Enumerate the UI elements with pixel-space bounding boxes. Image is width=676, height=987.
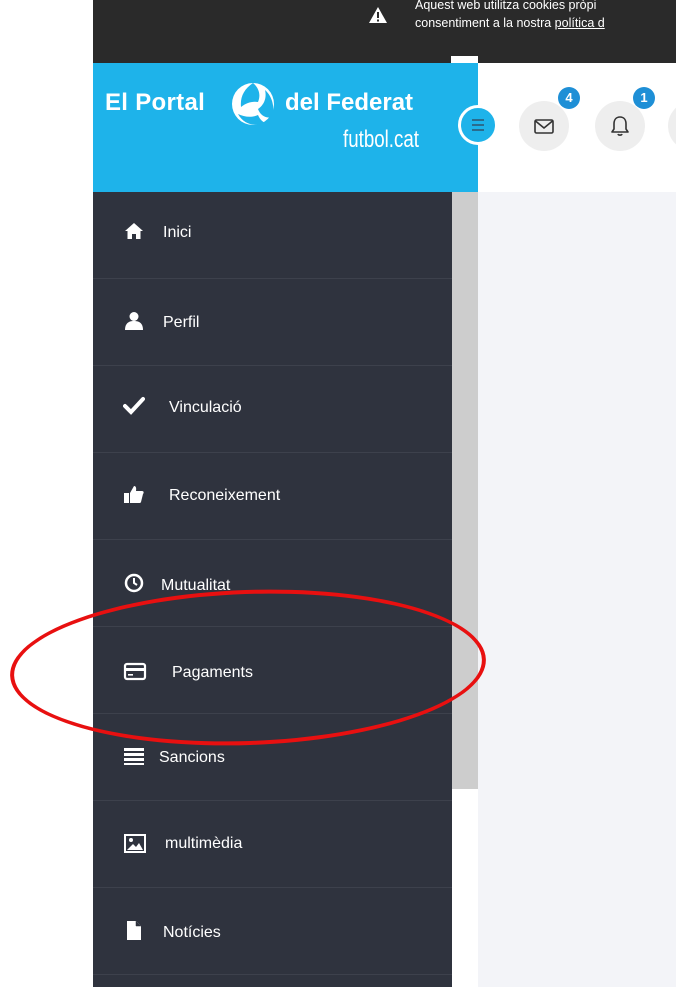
cookie-message: Aquest web utilitza cookies pròpi consen… [415,0,605,32]
menu-toggle-button[interactable] [458,105,498,145]
sidebar-item-inici[interactable]: Inici [93,192,452,279]
privacy-policy-link[interactable]: política d [555,16,605,30]
sidebar-nav: Inici Perfil Vinculació Reconeixement Mu… [93,192,452,987]
sidebar-item-vinculacio[interactable]: Vinculació [93,366,452,453]
scrollbar-thumb[interactable] [452,192,478,789]
football-logo-icon [232,83,274,125]
sidebar-item-mutualitat[interactable]: Mutualitat [93,540,452,627]
sidebar-item-label: Inici [163,224,192,241]
bell-icon [611,116,629,136]
sidebar-item-label: Notícies [163,924,221,941]
home-icon [125,223,143,239]
list-icon [124,748,144,765]
sidebar-item-perfil[interactable]: Perfil [93,279,452,366]
sidebar-item-sancions[interactable]: Sancions [93,714,452,801]
hamburger-line [472,119,484,121]
sidebar-scrollbar[interactable] [452,192,478,987]
logo-subtitle: futbol.cat [343,126,419,153]
sidebar-item-label: Mutualitat [161,577,231,594]
logo-text-portal: El Portal [105,89,206,116]
cookie-message-prefix: consentiment a la nostra [415,16,555,30]
hamburger-line [472,124,484,126]
check-icon [123,397,145,415]
sidebar-item-pagaments[interactable]: Pagaments [93,627,452,714]
sidebar-item-label: Sancions [159,749,225,766]
brand-logo-area[interactable]: El Portal del Federat futbol.cat [93,63,478,192]
cookie-banner: Aquest web utilitza cookies pròpi consen… [93,0,676,63]
notifications-button[interactable] [595,101,645,151]
warning-icon [369,7,387,23]
sidebar-item-noticies[interactable]: Notícies [93,888,452,975]
main-content [478,192,676,987]
sidebar-item-label: Vinculació [169,399,242,416]
top-header-bar [478,63,676,193]
logo-text-federat: del Federat [285,89,414,116]
sidebar-item-label: Pagaments [172,664,253,681]
envelope-icon [534,119,554,134]
messages-button[interactable] [519,101,569,151]
sidebar-item-label: Perfil [163,314,200,331]
thumbs-up-icon [124,486,144,503]
messages-count-badge: 4 [558,87,580,109]
image-icon [124,834,146,853]
user-icon [125,312,143,330]
hamburger-line [472,129,484,131]
sidebar-item-label: Reconeixement [169,487,281,504]
cookie-message-line1: Aquest web utilitza cookies pròpi [415,0,597,12]
cookie-message-line2: consentiment a la nostra política d [415,14,605,32]
clock-icon [124,573,144,593]
sidebar-item-multimedia[interactable]: multimèdia [93,801,452,888]
sidebar-item-label: multimèdia [165,835,243,852]
notifications-count-badge: 1 [633,87,655,109]
document-icon [127,921,141,940]
sidebar-item-reconeixement[interactable]: Reconeixement [93,453,452,540]
credit-card-icon [123,662,147,681]
